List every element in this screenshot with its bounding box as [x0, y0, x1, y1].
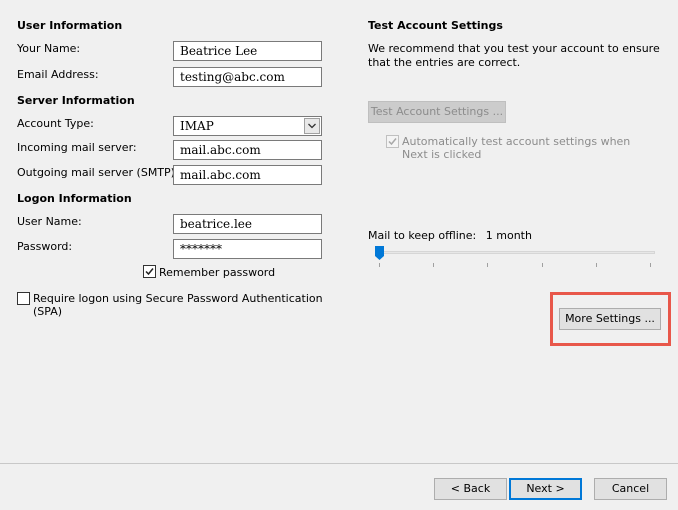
server-information-heading: Server Information — [17, 94, 135, 107]
password-input[interactable]: ******* — [173, 239, 322, 259]
email-address-input[interactable]: testing@abc.com — [173, 67, 322, 87]
outgoing-mail-server-input[interactable]: mail.abc.com — [173, 165, 322, 185]
test-account-settings-button[interactable]: Test Account Settings ... — [368, 101, 506, 123]
mail-offline-label-text: Mail to keep offline: — [368, 229, 477, 242]
email-address-label: Email Address: — [17, 68, 99, 81]
account-type-select[interactable]: IMAP — [173, 116, 322, 136]
incoming-mail-server-input[interactable]: mail.abc.com — [173, 140, 322, 160]
back-button[interactable]: < Back — [434, 478, 507, 500]
checkmark-icon — [145, 268, 154, 276]
user-name-label: User Name: — [17, 215, 82, 228]
your-name-input[interactable]: Beatrice Lee — [173, 41, 322, 61]
cancel-button[interactable]: Cancel — [594, 478, 667, 500]
slider-tick — [379, 263, 380, 267]
incoming-mail-server-label: Incoming mail server: — [17, 141, 137, 154]
auto-test-checkbox[interactable] — [386, 135, 399, 148]
mail-offline-label: Mail to keep offline: 1 month — [368, 229, 532, 242]
next-button[interactable]: Next > — [509, 478, 582, 500]
spa-label: Require logon using Secure Password Auth… — [33, 292, 323, 318]
outgoing-mail-server-label: Outgoing mail server (SMTP): — [17, 166, 179, 179]
checkmark-icon — [388, 138, 397, 146]
remember-password-checkbox[interactable] — [143, 265, 156, 278]
spa-checkbox[interactable] — [17, 292, 30, 305]
password-label: Password: — [17, 240, 73, 253]
account-type-label: Account Type: — [17, 117, 94, 130]
slider-tick — [542, 263, 543, 267]
user-information-heading: User Information — [17, 19, 123, 32]
mail-offline-slider-thumb[interactable] — [375, 246, 384, 260]
slider-tick — [596, 263, 597, 267]
footer-divider — [0, 463, 678, 464]
remember-password-label: Remember password — [159, 266, 276, 279]
logon-information-heading: Logon Information — [17, 192, 132, 205]
chevron-down-icon[interactable] — [304, 118, 320, 134]
account-type-value: IMAP — [180, 119, 214, 133]
your-name-label: Your Name: — [17, 42, 81, 55]
test-account-description: We recommend that you test your account … — [368, 42, 660, 69]
auto-test-label: Automatically test account settings when… — [402, 135, 631, 161]
test-account-settings-heading: Test Account Settings — [368, 19, 503, 32]
mail-offline-slider-track[interactable] — [376, 251, 655, 254]
user-name-input[interactable]: beatrice.lee — [173, 214, 322, 234]
slider-tick — [650, 263, 651, 267]
slider-tick — [433, 263, 434, 267]
slider-tick — [487, 263, 488, 267]
mail-offline-value: 1 month — [485, 229, 532, 242]
more-settings-button[interactable]: More Settings ... — [559, 308, 661, 330]
